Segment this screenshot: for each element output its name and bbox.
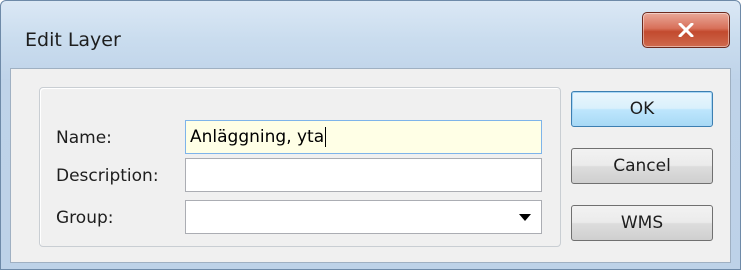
close-button[interactable] [642,12,730,48]
description-label: Description: [56,166,159,186]
description-field[interactable] [185,158,542,192]
chevron-down-icon[interactable] [519,214,531,221]
cancel-button[interactable]: Cancel [571,148,713,184]
dialog-title: Edit Layer [25,29,121,51]
group-dropdown[interactable] [185,200,542,234]
text-caret [325,127,327,147]
name-field-value: Anläggning, yta [190,127,325,147]
name-label: Name: [56,128,112,148]
group-label: Group: [56,208,114,228]
layer-properties-group: Name: Anläggning, yta Description: Group… [39,87,561,247]
ok-button[interactable]: OK [571,91,713,127]
name-field[interactable]: Anläggning, yta [185,120,542,154]
close-icon [678,23,694,37]
dialog-body: Name: Anläggning, yta Description: Group… [10,68,731,263]
wms-button[interactable]: WMS [571,205,713,241]
edit-layer-dialog: Edit Layer Name: Anläggning, yta Descrip… [0,0,741,270]
